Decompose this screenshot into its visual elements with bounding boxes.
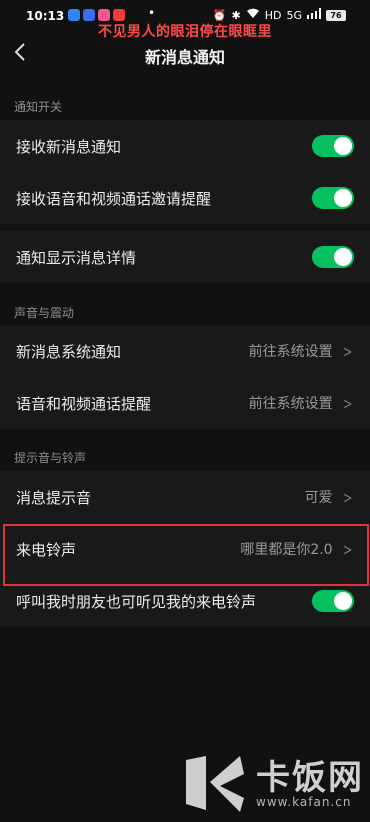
page-title: 新消息通知 [144, 48, 225, 67]
row-label: 接收新消息通知 [16, 137, 122, 156]
row-label: 呼叫我时朋友也可听见我的来电铃声 [16, 592, 257, 611]
app-notification-icon [68, 9, 80, 21]
status-dot: • [148, 6, 156, 20]
row-message-tone[interactable]: 消息提示音 可爱 > [0, 471, 370, 523]
show-message-detail-toggle[interactable] [312, 246, 354, 268]
row-value-group: 前往系统设置 > [249, 393, 354, 413]
toggle-knob [334, 189, 352, 207]
signal-type: 5G [286, 8, 302, 22]
friends-hear-ringtone-toggle[interactable] [312, 590, 354, 612]
status-indicators: ⏰ ✱ HD 5G 76 [213, 8, 346, 22]
section-header-ringtone: 提示音与铃声 [14, 451, 87, 465]
row-label: 通知显示消息详情 [16, 248, 137, 267]
row-value-group: 前往系统设置 > [249, 341, 354, 361]
signal-icon [307, 8, 321, 22]
app-notification-icon [83, 9, 95, 21]
toggle-knob [334, 248, 352, 266]
row-system-notification[interactable]: 新消息系统通知 前往系统设置 > [0, 325, 370, 377]
receive-call-invite-toggle[interactable] [312, 187, 354, 209]
highlight-box [3, 524, 369, 586]
row-label: 接收语音和视频通话邀请提醒 [16, 189, 212, 208]
alarm-icon: ⏰ [212, 8, 227, 22]
toggle-knob [334, 592, 352, 610]
row-receive-call-invite: 接收语音和视频通话邀请提醒 [0, 172, 370, 224]
app-notification-icon [113, 9, 125, 21]
row-value: 前往系统设置 [248, 396, 333, 412]
row-value-group: 可爱 > [305, 487, 354, 507]
row-value: 可爱 [304, 490, 333, 506]
row-label: 新消息系统通知 [16, 342, 122, 361]
nav-bar: 新消息通知 [0, 38, 370, 76]
row-label: 消息提示音 [16, 488, 92, 507]
chevron-right-icon: > [342, 393, 352, 413]
section-header-sound: 声音与震动 [14, 306, 75, 320]
app-notification-icon [98, 9, 110, 21]
toggle-knob [334, 137, 352, 155]
row-receive-new-message: 接收新消息通知 [0, 120, 370, 172]
chevron-right-icon: > [342, 341, 352, 361]
watermark-brand: 卡饭网 [256, 758, 364, 798]
vibrate-icon: ✱ [231, 8, 241, 22]
row-call-reminder[interactable]: 语音和视频通话提醒 前往系统设置 > [0, 377, 370, 429]
section-header-notify: 通知开关 [14, 100, 63, 114]
row-show-message-detail: 通知显示消息详情 [0, 231, 370, 283]
row-value: 前往系统设置 [248, 344, 333, 360]
network-type: HD [264, 8, 282, 22]
battery-level: 76 [326, 9, 346, 21]
chevron-right-icon: > [342, 487, 352, 507]
row-label: 语音和视频通话提醒 [16, 394, 152, 413]
watermark-url: www.kafan.cn [256, 795, 352, 809]
kafan-logo-icon [186, 756, 244, 812]
receive-new-message-toggle[interactable] [312, 135, 354, 157]
status-app-icons [68, 9, 125, 21]
wifi-icon [246, 8, 260, 22]
